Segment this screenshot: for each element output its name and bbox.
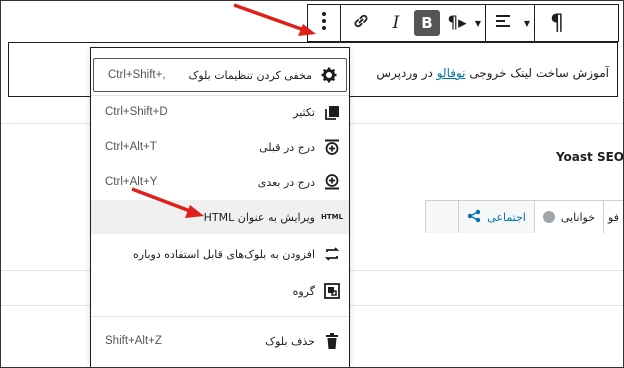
paragraph-button[interactable]: ¶ xyxy=(535,5,579,41)
menu-shortcut: Ctrl+Alt+T xyxy=(105,141,157,153)
link-icon xyxy=(352,12,370,35)
tab-social-label: اجتماعی xyxy=(487,210,526,224)
tab-readability[interactable]: خوانایی xyxy=(533,201,604,233)
menu-shortcut: Shift+Alt+Z xyxy=(105,335,162,347)
block-text-start: آموزش ساخت لینک خروجی xyxy=(469,66,609,80)
more-options-icon xyxy=(321,11,327,36)
italic-icon: I xyxy=(392,13,400,33)
menu-item-add-reusable[interactable]: افزودن به بلوک‌های قابل استفاده دوباره xyxy=(91,237,349,271)
align-icon xyxy=(495,13,511,33)
align-dropdown[interactable]: ▼ xyxy=(520,5,534,41)
menu-item-label: گروه xyxy=(292,284,315,298)
insert-after-icon xyxy=(323,173,341,191)
insert-before-icon xyxy=(323,138,341,156)
tab-readability-label: خوانایی xyxy=(560,210,596,224)
block-text[interactable]: آموزش ساخت لینک خروجی نوفالو در وردپرس xyxy=(376,66,609,80)
block-toolbar: I B ¶▸ ▼ ▼ ¶ xyxy=(307,4,619,42)
chevron-down-icon: ▼ xyxy=(474,18,482,28)
tab-partial-label: فو xyxy=(608,210,619,224)
menu-item-insert-before[interactable]: Ctrl+Alt+T درج در قبلی xyxy=(91,130,349,164)
block-link[interactable]: نوفالو xyxy=(437,66,466,80)
text-direction-button[interactable]: ¶▸ xyxy=(443,5,471,41)
menu-item-label: تکثیر xyxy=(293,105,315,119)
text-direction-dropdown[interactable]: ▼ xyxy=(471,5,485,41)
menu-item-group[interactable]: گروه xyxy=(91,274,349,308)
annotation-arrow-icon xyxy=(233,3,316,36)
paragraph-icon: ¶ xyxy=(550,10,564,36)
tab-social[interactable]: اجتماعی xyxy=(458,201,534,233)
chevron-down-icon: ▼ xyxy=(523,18,531,28)
menu-item-label: ویرایش به عنوان HTML xyxy=(203,210,315,224)
reusable-icon xyxy=(323,245,341,263)
trash-icon xyxy=(323,332,341,350)
duplicate-icon xyxy=(323,103,341,121)
bold-icon: B xyxy=(414,10,440,36)
menu-item-label: درج در قبلی xyxy=(259,140,315,154)
italic-button[interactable]: I xyxy=(381,5,411,41)
status-dot-icon xyxy=(542,211,555,223)
text-direction-icon: ¶▸ xyxy=(447,13,467,33)
gear-icon xyxy=(320,66,338,84)
menu-item-duplicate[interactable]: Ctrl+Shift+D تکثیر xyxy=(91,95,349,129)
html-icon: HTML xyxy=(320,213,344,221)
align-button[interactable] xyxy=(486,5,520,41)
menu-shortcut: Ctrl+Shift+, xyxy=(108,69,166,81)
menu-item-remove-block[interactable]: Shift+Alt+Z حذف بلوک xyxy=(91,324,349,358)
menu-item-hide-settings[interactable]: Ctrl+Shift+, مخفی کردن تنظیمات بلوک xyxy=(93,58,347,92)
yoast-seo-title: Yoast SEO xyxy=(555,150,624,164)
menu-item-label: مخفی کردن تنظیمات بلوک xyxy=(188,68,312,82)
menu-item-label: حذف بلوک xyxy=(265,334,315,348)
bold-button[interactable]: B xyxy=(411,5,443,41)
menu-item-label: افزودن به بلوک‌های قابل استفاده دوباره xyxy=(133,247,315,261)
group-icon xyxy=(323,282,341,300)
link-button[interactable] xyxy=(341,5,381,41)
menu-divider xyxy=(91,316,349,317)
annotation-arrow-icon xyxy=(131,187,204,218)
share-icon xyxy=(467,209,481,226)
menu-item-label: درج در بعدی xyxy=(257,175,315,189)
menu-shortcut: Ctrl+Shift+D xyxy=(105,106,168,118)
block-text-end: در وردپرس xyxy=(376,66,433,80)
tab-partial[interactable]: فو xyxy=(603,201,623,233)
yoast-tabs: فو خوانایی اجتماعی xyxy=(425,200,624,233)
